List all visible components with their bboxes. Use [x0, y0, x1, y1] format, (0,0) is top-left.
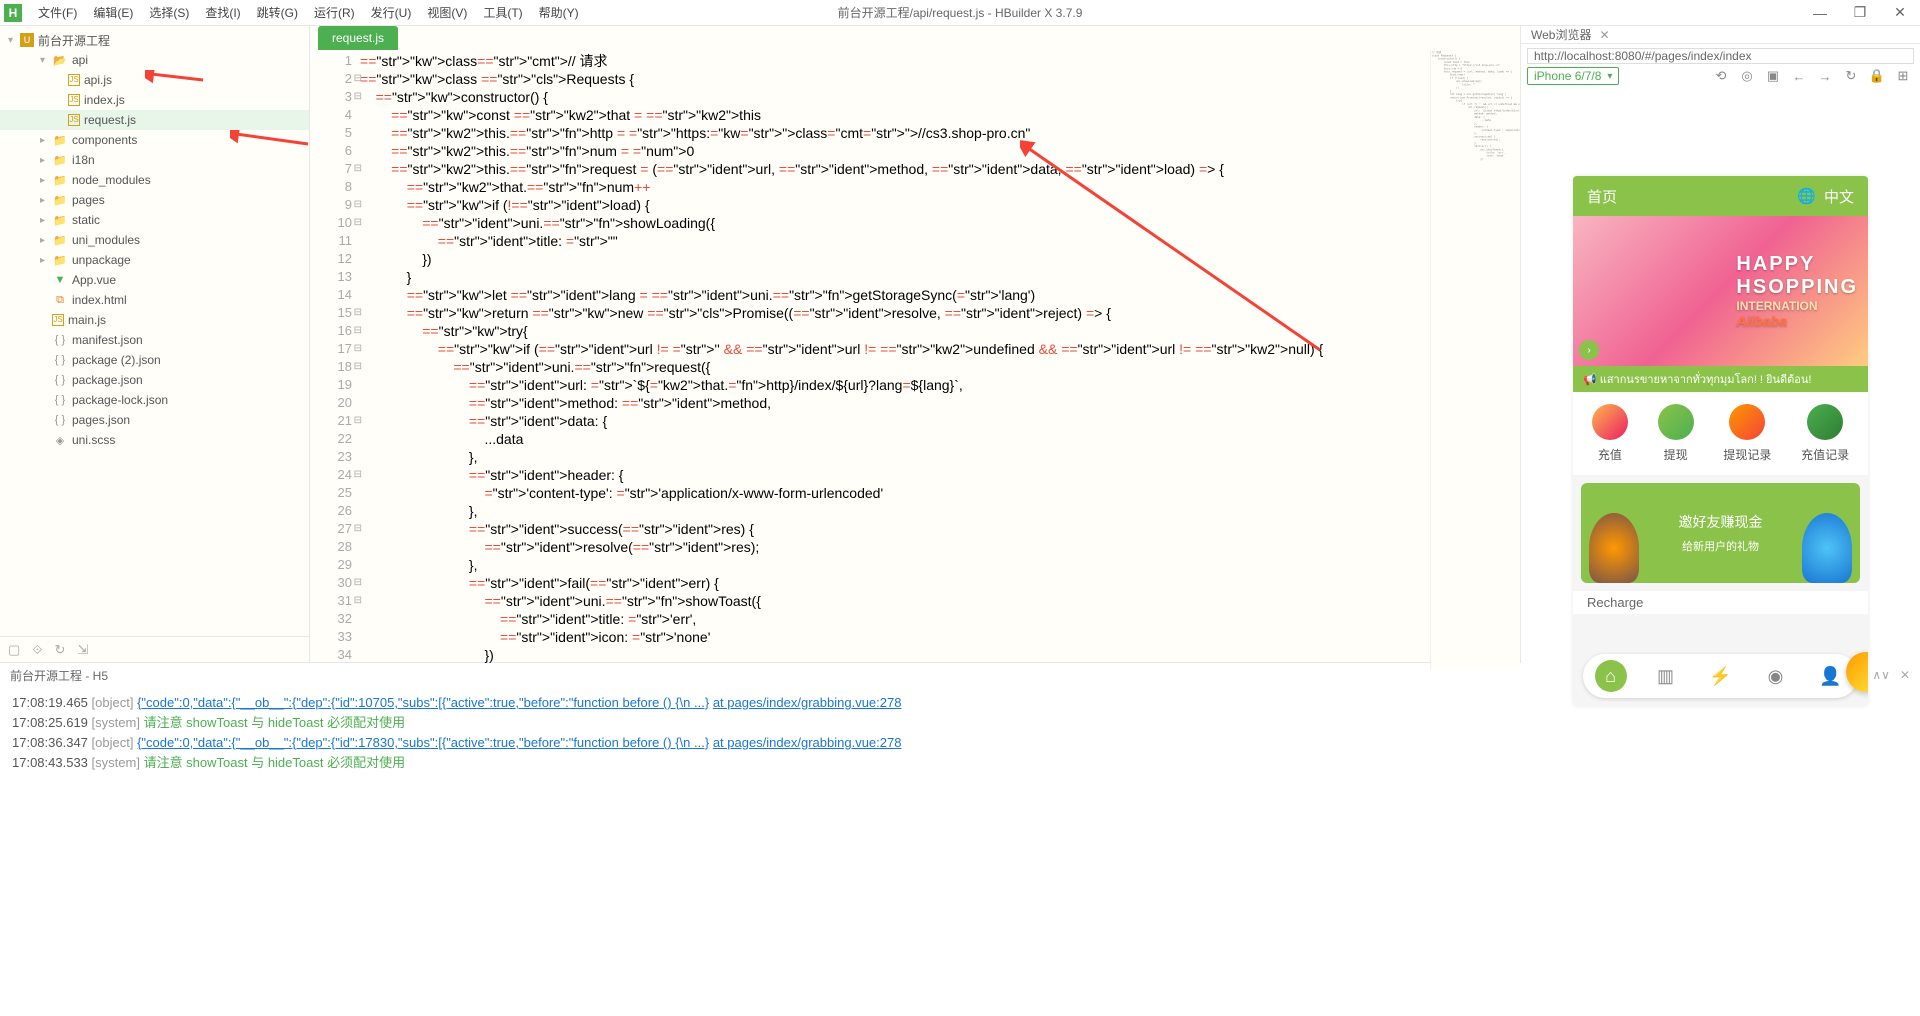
close-icon[interactable]: ✕ — [1599, 28, 1609, 42]
file-explorer: ▾U前台开源工程▾📂apiJSapi.jsJSindex.jsJSrequest… — [0, 26, 310, 662]
tree-App-vue[interactable]: ▼App.vue — [0, 270, 309, 290]
url-input[interactable]: http://localhost:8080/#/pages/index/inde… — [1527, 48, 1914, 64]
console-title: 前台开源工程 - H5 — [10, 667, 108, 684]
tree-package--2--json[interactable]: { }package (2).json — [0, 350, 309, 370]
collapse-icon[interactable]: ∧∨ — [1872, 668, 1890, 682]
device-select[interactable]: iPhone 6/7/8 — [1527, 67, 1619, 85]
tab-user-icon[interactable]: 👤 — [1815, 660, 1847, 692]
menu-发行[interactable]: 发行(U) — [363, 4, 420, 22]
forward-icon[interactable]: → — [1814, 66, 1836, 86]
tree-pages[interactable]: ▸📁pages — [0, 190, 309, 210]
tab-flash-icon[interactable]: ⚡ — [1705, 660, 1737, 692]
menu-帮助[interactable]: 帮助(Y) — [531, 4, 587, 22]
tree-api-js[interactable]: JSapi.js — [0, 70, 309, 90]
promo-title: 邀好友赚现金 — [1679, 512, 1763, 532]
lock-icon[interactable]: 🔒 — [1866, 66, 1888, 86]
page-title: 首页 — [1587, 186, 1617, 207]
tree-node_modules[interactable]: ▸📁node_modules — [0, 170, 309, 190]
promo-subtitle: 给新用户的礼物 — [1682, 538, 1759, 554]
action-提现[interactable]: 提现 — [1658, 404, 1694, 463]
tree-static[interactable]: ▸📁static — [0, 210, 309, 230]
tree-request-js[interactable]: JSrequest.js — [0, 110, 309, 130]
qr-icon[interactable]: ⊞ — [1892, 66, 1914, 86]
menubar: H 文件(F)编辑(E)选择(S)查找(I)跳转(G)运行(R)发行(U)视图(… — [0, 0, 1920, 26]
tree-main-js[interactable]: JSmain.js — [0, 310, 309, 330]
tree-i18n[interactable]: ▸📁i18n — [0, 150, 309, 170]
tree-manifest-json[interactable]: { }manifest.json — [0, 330, 309, 350]
menu-编辑[interactable]: 编辑(E) — [85, 4, 141, 22]
screenshot-icon[interactable]: ▣ — [1762, 66, 1784, 86]
tab-request-js[interactable]: request.js — [318, 26, 398, 50]
browser-tab[interactable]: Web浏览器 ✕ — [1521, 26, 1920, 44]
editor-tabs: request.js — [310, 26, 1520, 50]
console-line: 17:08:25.619 [system] 请注意 showToast 与 hi… — [12, 713, 1908, 733]
back-icon[interactable]: ← — [1788, 66, 1810, 86]
window-minimize[interactable]: — — [1800, 0, 1840, 26]
tab-stats-icon[interactable]: ▥ — [1650, 660, 1682, 692]
language-label[interactable]: 中文 — [1824, 186, 1854, 207]
browser-tab-label: Web浏览器 — [1531, 26, 1591, 43]
code-editor[interactable]: 12⊟3⊟4567⊟89⊟10⊟1112131415⊟16⊟17⊟18⊟1920… — [310, 50, 1520, 670]
console-line: 17:08:36.347 [object] {"code":0,"data":{… — [12, 733, 1908, 753]
menu-查找[interactable]: 查找(I) — [197, 4, 248, 22]
tree-uni_modules[interactable]: ▸📁uni_modules — [0, 230, 309, 250]
promo-card[interactable]: 邀好友赚现金 给新用户的礼物 — [1581, 483, 1860, 583]
notice-bar: 📢 แสากนรขายหาจากทั่วทุกมุมโลก! ! ยินดีต้… — [1573, 366, 1868, 392]
banner-line3: INTERNATION — [1736, 299, 1858, 313]
action-充值记录[interactable]: 充值记录 — [1801, 404, 1849, 463]
sidebar-toolbar: ▢ ⟐ ↻ ⇲ — [0, 636, 309, 662]
project-root[interactable]: ▾U前台开源工程 — [0, 30, 309, 50]
banner[interactable]: HAPPY HSOPPING INTERNATION Alibaba › — [1573, 216, 1868, 366]
window-maximize[interactable]: ❐ — [1840, 0, 1880, 26]
character-left — [1589, 513, 1639, 583]
menu-运行[interactable]: 运行(R) — [306, 4, 363, 22]
tree-package-json[interactable]: { }package.json — [0, 370, 309, 390]
banner-line4: Alibaba — [1736, 313, 1858, 329]
chevron-right-icon[interactable]: › — [1579, 340, 1599, 360]
banner-line2: HSOPPING — [1736, 276, 1858, 299]
tree-uni-scss[interactable]: ◈uni.scss — [0, 430, 309, 450]
phone-preview-frame: 首页 🌐 中文 HAPPY HSOPPING INTERNATION Aliba… — [1573, 176, 1868, 706]
menu-工具[interactable]: 工具(T) — [475, 4, 530, 22]
browser-toolbar: iPhone 6/7/8 ⟲ ◎ ▣ ← → ↻ 🔒 ⊞ — [1521, 66, 1920, 86]
globe-icon[interactable]: 🌐 — [1797, 187, 1816, 205]
refresh-icon[interactable]: ⟲ — [1710, 66, 1732, 86]
minimap[interactable]: // 请求 class Requests { constructor() { c… — [1430, 50, 1520, 670]
action-充值[interactable]: 充值 — [1592, 404, 1628, 463]
tree-api[interactable]: ▾📂api — [0, 50, 309, 70]
banner-line1: HAPPY — [1736, 253, 1858, 276]
link-icon[interactable]: ⇲ — [77, 642, 88, 658]
menu-视图[interactable]: 视图(V) — [419, 4, 475, 22]
refresh-icon[interactable]: ↻ — [55, 642, 66, 658]
tree-package-lock-json[interactable]: { }package-lock.json — [0, 390, 309, 410]
tree-pages-json[interactable]: { }pages.json — [0, 410, 309, 430]
app-logo: H — [4, 4, 22, 22]
tabbar: ⌂ ▥ ⚡ ◉ 👤 — [1583, 654, 1858, 698]
window-title: 前台开源工程/api/request.js - HBuilder X 3.7.9 — [838, 4, 1083, 21]
tree-index-js[interactable]: JSindex.js — [0, 90, 309, 110]
tab-chat-icon[interactable]: ◉ — [1760, 660, 1792, 692]
reload-icon[interactable]: ↻ — [1840, 66, 1862, 86]
editor: request.js 12⊟3⊟4567⊟89⊟10⊟1112131415⊟16… — [310, 26, 1520, 662]
menu-选择[interactable]: 选择(S) — [141, 4, 197, 22]
tree-components[interactable]: ▸📁components — [0, 130, 309, 150]
tree-unpackage[interactable]: ▸📁unpackage — [0, 250, 309, 270]
tree-index-html[interactable]: ⧉index.html — [0, 290, 309, 310]
app-header: 首页 🌐 中文 — [1573, 176, 1868, 216]
web-preview-panel: Web浏览器 ✕ http://localhost:8080/#/pages/i… — [1520, 26, 1920, 662]
close-console-icon[interactable]: ✕ — [1900, 668, 1910, 682]
terminal-icon[interactable]: ▢ — [8, 642, 20, 658]
menu-文件[interactable]: 文件(F) — [30, 4, 85, 22]
recharge-label: Recharge — [1573, 591, 1868, 614]
menu-跳转[interactable]: 跳转(G) — [249, 4, 306, 22]
target-icon[interactable]: ◎ — [1736, 66, 1758, 86]
character-right — [1802, 513, 1852, 583]
action-提现记录[interactable]: 提现记录 — [1723, 404, 1771, 463]
tree-settings-icon[interactable]: ⟐ — [32, 642, 42, 658]
console-line: 17:08:43.533 [system] 请注意 showToast 与 hi… — [12, 753, 1908, 773]
tab-home-icon[interactable]: ⌂ — [1595, 660, 1627, 692]
window-close[interactable]: ✕ — [1880, 0, 1920, 26]
